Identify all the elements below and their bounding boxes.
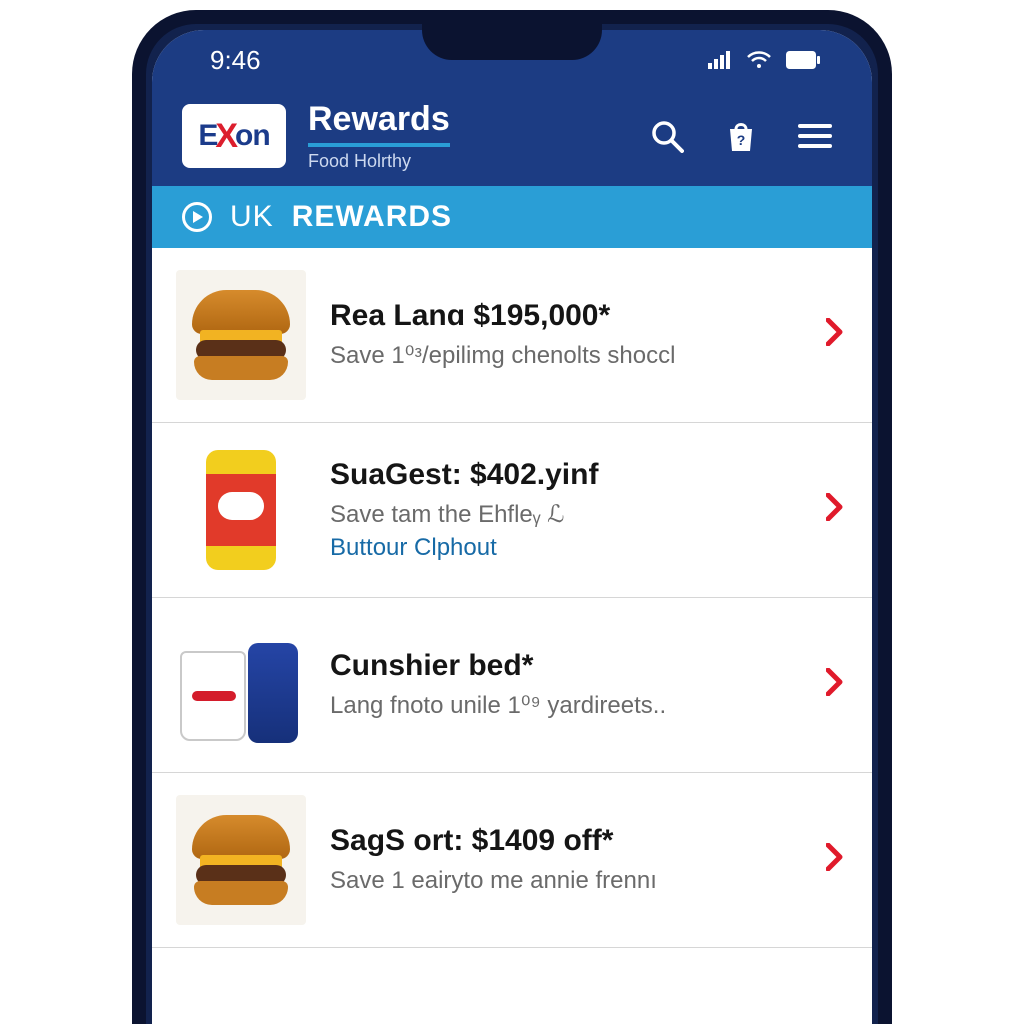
clock: 9:46 [210,45,261,76]
wifi-icon [746,50,772,70]
menu-icon[interactable] [798,119,832,153]
svg-text:?: ? [737,132,746,148]
reward-text: SagS ort: $1409 off* Save 1 eairyto me a… [330,824,802,896]
reward-description: Save tam the Ehfleᵧ ℒ [330,499,802,530]
reward-link[interactable]: Buttour Clphout [330,534,802,562]
rewards-list: Rea Lanɑ $195,000* Save 1⁰ᵌ/epilimg chen… [152,248,872,1024]
logo-part-3: on [235,119,270,153]
burger-icon [176,270,306,400]
chevron-right-icon [826,491,844,530]
soda-can-icon [176,445,306,575]
reward-text: Cunshier bed* Lang fnoto unile 1⁰⁹ yardi… [330,649,802,721]
section-banner[interactable]: UK REWARDS [152,186,872,248]
reward-text: SuaGest: $402.yinf Save tam the Ehfleᵧ ℒ… [330,458,802,562]
app-header: EXon Rewards Food Holrthy ? [152,90,872,186]
header-titles: Rewards Food Holrthy [308,100,628,172]
reward-title: Cunshier bed* [330,649,802,684]
shopping-bag-icon[interactable]: ? [724,119,758,153]
reward-description: Lang fnoto unile 1⁰⁹ yardireets.. [330,690,802,721]
play-circle-icon [182,202,212,232]
chevron-right-icon [826,316,844,355]
reward-row[interactable]: SagS ort: $1409 off* Save 1 eairyto me a… [152,773,872,948]
reward-row[interactable]: SuaGest: $402.yinf Save tam the Ehfleᵧ ℒ… [152,423,872,598]
screen: 9:46 EXon Rewards Food Holrthy [152,30,872,1024]
banner-prefix: UK [230,200,274,234]
reward-title: SagS ort: $1409 off* [330,824,802,859]
reward-text: Rea Lanɑ $195,000* Save 1⁰ᵌ/epilimg chen… [330,299,802,371]
reward-row[interactable]: Cunshier bed* Lang fnoto unile 1⁰⁹ yardi… [152,598,872,773]
reward-description: Save 1⁰ᵌ/epilimg chenolts shoccl [330,340,802,371]
reward-row[interactable]: Rea Lanɑ $195,000* Save 1⁰ᵌ/epilimg chen… [152,248,872,423]
burger-icon [176,795,306,925]
reward-title: Rea Lanɑ $195,000* [330,299,802,334]
reward-description: Save 1 eairyto me annie frennı [330,865,802,896]
header-actions: ? [650,119,832,153]
cellular-icon [708,51,732,69]
brand-logo[interactable]: EXon [182,104,286,168]
battery-icon [786,51,820,69]
phone-frame: 9:46 EXon Rewards Food Holrthy [132,10,892,1024]
cup-and-can-icon [176,620,306,750]
logo-part-2: X [215,117,237,156]
chevron-right-icon [826,841,844,880]
page-subtitle: Food Holrthy [308,151,628,172]
banner-label: REWARDS [292,200,452,234]
reward-title: SuaGest: $402.yinf [330,458,802,493]
chevron-right-icon [826,666,844,705]
status-icons [708,50,820,70]
page-title: Rewards [308,100,450,147]
search-icon[interactable] [650,119,684,153]
status-bar: 9:46 [152,30,872,90]
